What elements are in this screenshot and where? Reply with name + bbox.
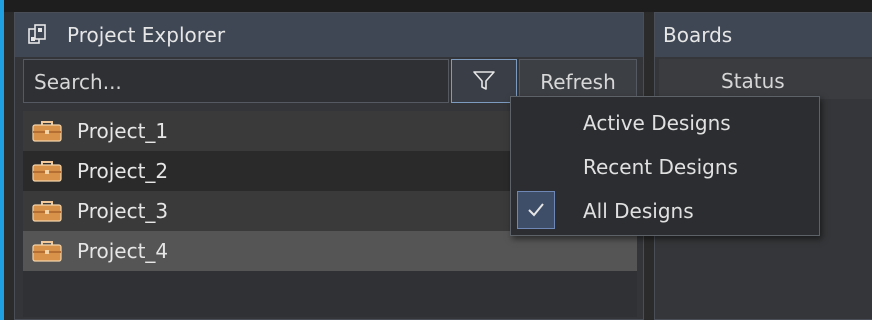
project-label: Project_2: [77, 159, 169, 183]
panel-title: Project Explorer: [67, 23, 226, 47]
search-placeholder: Search...: [34, 70, 122, 94]
boards-title-bar: Boards: [655, 13, 872, 57]
menu-item-label: Recent Designs: [583, 155, 738, 179]
menu-item-all-designs[interactable]: All Designs: [511, 189, 819, 233]
window-top-strip: [0, 0, 872, 12]
accent-strip: [0, 0, 4, 320]
search-input[interactable]: Search...: [23, 59, 449, 103]
status-column-label: Status: [721, 69, 785, 93]
briefcase-icon: [31, 119, 63, 143]
filter-button[interactable]: [451, 59, 517, 103]
project-explorer-icon: [27, 23, 51, 47]
refresh-label: Refresh: [540, 70, 616, 94]
checkmark-icon: [528, 203, 544, 217]
checkmark-box: [517, 191, 555, 229]
filter-icon: [473, 71, 495, 90]
project-label: Project_1: [77, 119, 169, 143]
menu-item-active-designs[interactable]: Active Designs: [511, 101, 819, 145]
project-explorer-title-bar: Project Explorer: [15, 13, 643, 57]
menu-item-label: All Designs: [583, 199, 694, 223]
filter-dropdown-menu: Active Designs Recent Designs All Design…: [510, 96, 820, 236]
briefcase-icon: [31, 159, 63, 183]
project-label: Project_4: [77, 239, 169, 263]
menu-item-recent-designs[interactable]: Recent Designs: [511, 145, 819, 189]
project-row-4[interactable]: Project_4: [23, 231, 637, 271]
project-label: Project_3: [77, 199, 169, 223]
boards-title: Boards: [663, 23, 733, 47]
briefcase-icon: [31, 199, 63, 223]
status-column-header[interactable]: Status: [659, 59, 872, 99]
menu-item-label: Active Designs: [583, 111, 731, 135]
briefcase-icon: [31, 239, 63, 263]
